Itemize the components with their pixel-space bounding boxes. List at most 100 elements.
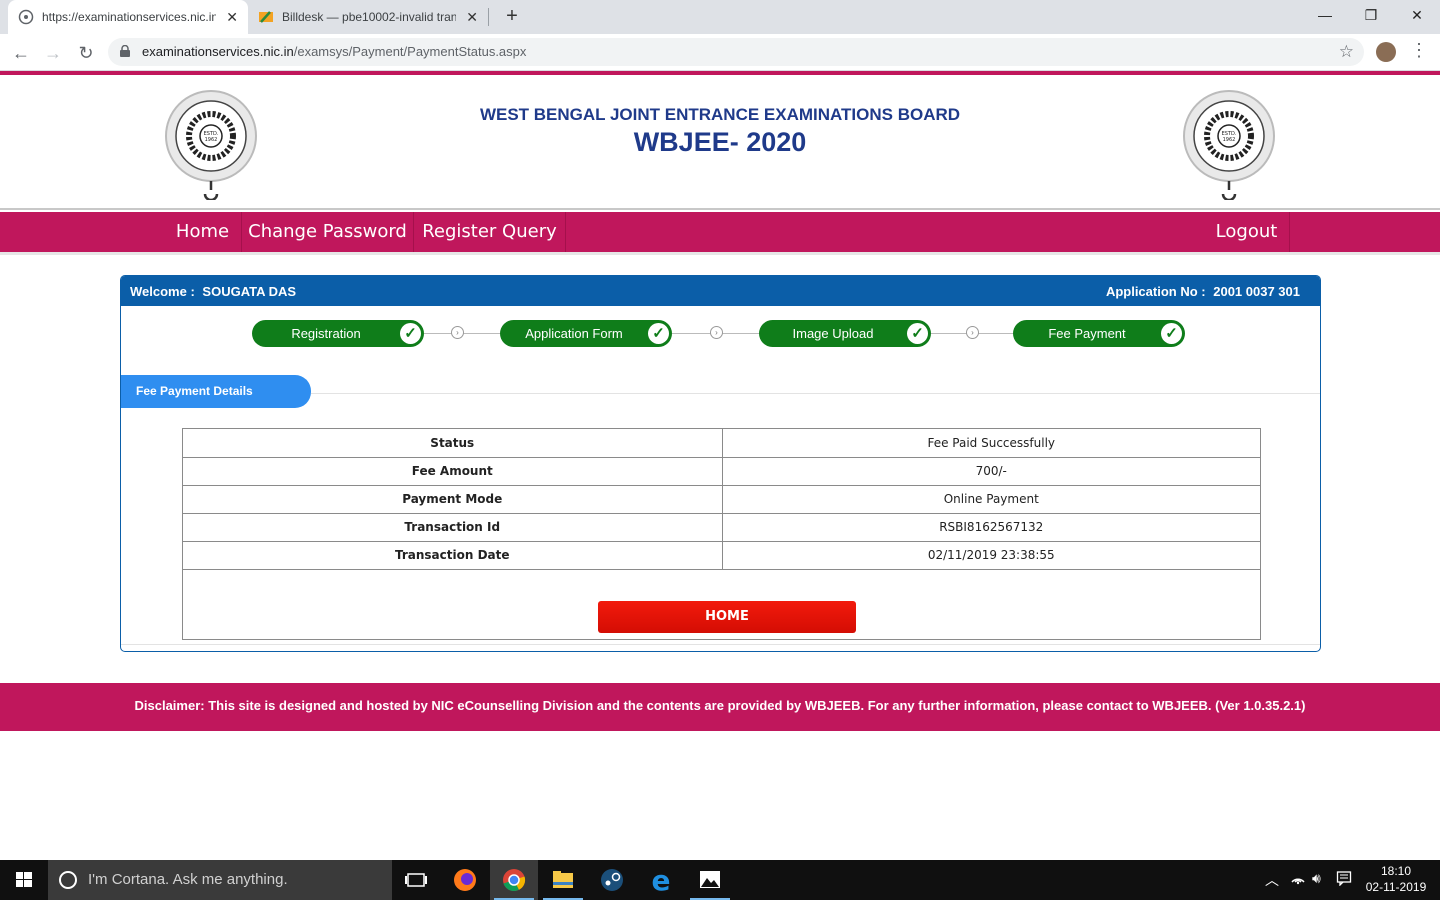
- payment-details-box: Status Fee Paid Successfully Fee Amount …: [182, 428, 1261, 640]
- site-header: ESTD. 1962 WEST BENGAL JOINT ENTRANCE EX…: [0, 75, 1440, 210]
- detail-key: Fee Amount: [183, 457, 723, 486]
- step-label: Registration: [291, 326, 361, 341]
- new-tab-icon[interactable]: +: [500, 4, 524, 28]
- url-host: examinationservices.nic.in: [142, 44, 294, 59]
- chrome-icon[interactable]: [490, 860, 538, 900]
- checkmark-icon: ✓: [400, 323, 421, 344]
- firefox-icon[interactable]: [441, 860, 489, 900]
- close-tab-icon[interactable]: ✕: [466, 9, 478, 26]
- detail-value: Fee Paid Successfully: [722, 429, 1260, 458]
- file-explorer-icon[interactable]: [539, 860, 587, 900]
- step-registration: Registration ✓: [252, 320, 424, 347]
- chevron-right-icon: ›: [966, 326, 979, 339]
- table-row: Transaction Id RSBI8162567132: [183, 513, 1260, 542]
- checkmark-icon: ✓: [1161, 323, 1182, 344]
- step-label: Fee Payment: [1048, 326, 1126, 341]
- cortana-icon: [59, 871, 77, 889]
- section-title-tab: Fee Payment Details: [121, 375, 311, 408]
- address-bar[interactable]: examinationservices.nic.in/examsys/Payme…: [108, 38, 1364, 66]
- browser-tab-active[interactable]: https://examinationservices.nic.in ✕: [8, 0, 248, 34]
- detail-value: Online Payment: [722, 485, 1260, 514]
- panel-bottom-line: [121, 644, 1320, 645]
- detail-key: Transaction Date: [183, 541, 723, 570]
- menu-shadow: [0, 252, 1440, 255]
- svg-text:1962: 1962: [1223, 137, 1236, 143]
- cortana-placeholder: I'm Cortana. Ask me anything.: [88, 871, 288, 888]
- close-tab-icon[interactable]: ✕: [226, 9, 238, 26]
- billdesk-favicon-icon: [258, 9, 274, 25]
- disclaimer-footer: Disclaimer: This site is designed and ho…: [0, 683, 1440, 731]
- web-page: ESTD. 1962 WEST BENGAL JOINT ENTRANCE EX…: [0, 71, 1440, 860]
- checkmark-icon: ✓: [907, 323, 928, 344]
- browser-toolbar: ← → ↻ examinationservices.nic.in/examsys…: [0, 34, 1440, 71]
- menu-logout[interactable]: Logout: [1204, 212, 1290, 252]
- home-button[interactable]: HOME: [598, 601, 856, 633]
- step-fee-payment: Fee Payment ✓: [1013, 320, 1185, 347]
- chevron-right-icon: ›: [451, 326, 464, 339]
- candidate-name: SOUGATA DAS: [202, 284, 297, 299]
- application-number: 2001 0037 301: [1213, 284, 1300, 299]
- chevron-right-icon: ›: [710, 326, 723, 339]
- back-icon[interactable]: ←: [8, 40, 34, 66]
- windows-start-icon[interactable]: [0, 860, 48, 900]
- globe-icon: [18, 9, 34, 25]
- tab-title: Billdesk — pbe10002-invalid tran: [282, 10, 457, 24]
- reload-icon[interactable]: ↻: [73, 40, 99, 66]
- section-divider: [311, 393, 1320, 394]
- application-label: Application No :: [1105, 284, 1206, 299]
- minimize-icon[interactable]: —: [1302, 0, 1348, 30]
- url-text: examinationservices.nic.in/examsys/Payme…: [142, 44, 526, 59]
- clock-time: 18:10: [1380, 864, 1412, 878]
- checkmark-icon: ✓: [648, 323, 669, 344]
- tab-separator: [488, 8, 489, 26]
- windows-taskbar: I'm Cortana. Ask me anything. e ︿ 🔊︎ 18:…: [0, 860, 1440, 900]
- step-image-upload: Image Upload ✓: [759, 320, 931, 347]
- detail-value: 02/11/2019 23:38:55: [722, 541, 1260, 570]
- table-row: Status Fee Paid Successfully: [183, 429, 1260, 458]
- main-menu: Home Change Password Register Query Logo…: [0, 212, 1440, 252]
- system-clock[interactable]: 18:10 02-11-2019: [1356, 863, 1436, 895]
- detail-value: RSBI8162567132: [722, 513, 1260, 542]
- window-close-icon[interactable]: ✕: [1394, 0, 1440, 30]
- welcome-label: Welcome :: [130, 284, 195, 299]
- table-row: Payment Mode Online Payment: [183, 485, 1260, 514]
- menu-kebab-icon[interactable]: ⋮: [1410, 40, 1428, 61]
- detail-key: Transaction Id: [183, 513, 723, 542]
- detail-key: Status: [183, 429, 723, 458]
- application-block: Application No : 2001 0037 301: [1106, 284, 1300, 299]
- url-path: /examsys/Payment/PaymentStatus.aspx: [293, 44, 527, 59]
- menu-change-password[interactable]: Change Password: [242, 212, 414, 252]
- steam-icon[interactable]: [588, 860, 636, 900]
- tab-title: https://examinationservices.nic.in: [42, 10, 217, 24]
- table-row: Transaction Date 02/11/2019 23:38:55: [183, 541, 1260, 570]
- restore-icon[interactable]: ❐: [1348, 0, 1394, 30]
- forward-icon[interactable]: →: [40, 40, 66, 66]
- cortana-search-box[interactable]: I'm Cortana. Ask me anything.: [48, 860, 392, 900]
- chevron-up-icon[interactable]: ︿: [1265, 870, 1279, 890]
- profile-avatar[interactable]: [1376, 42, 1396, 62]
- clock-date: 02-11-2019: [1365, 880, 1427, 894]
- notifications-icon[interactable]: [1336, 870, 1352, 889]
- task-view-icon[interactable]: [392, 860, 440, 900]
- panel-header: Welcome : SOUGATA DAS Application No : 2…: [121, 276, 1320, 306]
- menu-home[interactable]: Home: [164, 212, 242, 252]
- step-label: Image Upload: [792, 326, 874, 341]
- welcome-block: Welcome : SOUGATA DAS: [130, 284, 296, 299]
- menu-register-query[interactable]: Register Query: [414, 212, 566, 252]
- browser-tab[interactable]: Billdesk — pbe10002-invalid tran ✕: [248, 0, 488, 34]
- volume-icon[interactable]: 🔊︎: [1312, 870, 1321, 887]
- lock-icon: [120, 45, 130, 57]
- step-label: Application Form: [525, 326, 623, 341]
- payment-details-table: Status Fee Paid Successfully Fee Amount …: [183, 429, 1260, 570]
- svg-text:e: e: [652, 864, 671, 897]
- browser-tab-bar: https://examinationservices.nic.in ✕ Bil…: [0, 0, 1440, 34]
- status-panel: Welcome : SOUGATA DAS Application No : 2…: [120, 275, 1321, 652]
- detail-value: 700/-: [722, 457, 1260, 486]
- wifi-icon[interactable]: [1290, 870, 1306, 889]
- bookmark-star-icon[interactable]: ☆: [1339, 42, 1354, 62]
- step-application-form: Application Form ✓: [500, 320, 672, 347]
- table-row: Fee Amount 700/-: [183, 457, 1260, 486]
- edge-icon[interactable]: e: [637, 860, 685, 900]
- photos-icon[interactable]: [686, 860, 734, 900]
- wbjeeb-seal-logo-right: ESTD. 1962: [1183, 90, 1275, 200]
